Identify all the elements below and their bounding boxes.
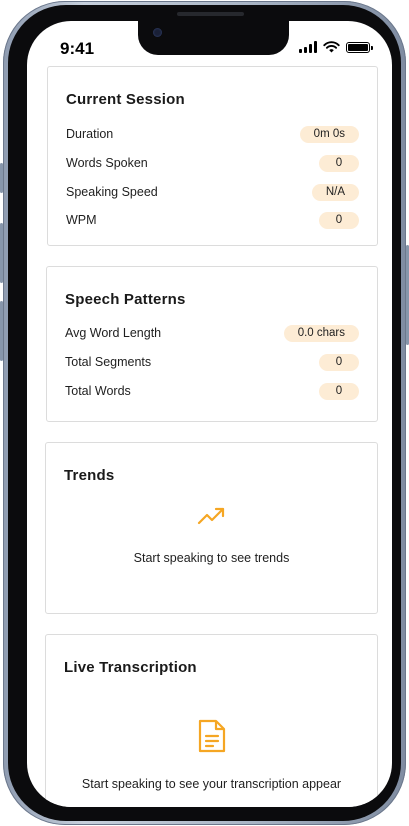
stat-value-badge: 0.0 chars <box>283 324 359 342</box>
stat-row-speaking-speed: Speaking Speed N/A <box>66 182 359 202</box>
stat-label: Speaking Speed <box>66 185 158 199</box>
cellular-signal-icon <box>299 41 317 53</box>
card-title: Speech Patterns <box>65 291 186 308</box>
card-title: Live Transcription <box>64 659 197 676</box>
stat-row-words-spoken: Words Spoken 0 <box>66 153 359 173</box>
trends-empty-message: Start speaking to see trends <box>133 551 290 565</box>
live-transcription-card: Live Transcription Start speaking to see… <box>45 634 378 807</box>
stat-row-total-words: Total Words 0 <box>65 381 359 401</box>
stat-value-badge: N/A <box>311 183 359 201</box>
notch <box>138 21 289 55</box>
stat-value-badge: 0 <box>319 154 359 172</box>
wifi-icon <box>323 41 340 53</box>
status-time: 9:41 <box>60 39 95 58</box>
stat-value-badge: 0m 0s <box>299 125 359 143</box>
stat-value-badge: 0 <box>319 211 359 229</box>
volume-down-button <box>0 301 3 361</box>
screen: 9:41 Current Session Duration 0m 0s Word… <box>27 21 392 807</box>
stat-label: Words Spoken <box>66 156 148 170</box>
stat-label: Total Segments <box>65 355 152 369</box>
stat-label: Avg Word Length <box>65 326 162 340</box>
status-icons <box>299 41 373 53</box>
volume-up-button <box>0 223 3 283</box>
card-title: Current Session <box>66 91 185 108</box>
stat-value-badge: 0 <box>319 353 359 371</box>
stat-label: Duration <box>66 127 114 141</box>
stat-label: WPM <box>66 213 97 227</box>
phone-bezel: 9:41 Current Session Duration 0m 0s Word… <box>8 5 401 821</box>
stat-value-badge: 0 <box>319 382 359 400</box>
trending-up-icon <box>197 505 227 532</box>
stat-row-avg-word-length: Avg Word Length 0.0 chars <box>65 323 359 343</box>
stat-label: Total Words <box>65 384 131 398</box>
document-icon <box>197 719 227 758</box>
mute-switch <box>0 163 3 193</box>
battery-icon <box>346 41 373 53</box>
transcription-empty-message: Start speaking to see your transcription… <box>81 777 342 791</box>
earpiece-speaker <box>177 12 244 16</box>
front-camera <box>153 28 162 37</box>
speech-patterns-card: Speech Patterns Avg Word Length 0.0 char… <box>46 266 378 422</box>
phone-frame: 9:41 Current Session Duration 0m 0s Word… <box>0 1 409 825</box>
card-title: Trends <box>64 467 115 484</box>
current-session-card: Current Session Duration 0m 0s Words Spo… <box>47 66 378 246</box>
stat-row-duration: Duration 0m 0s <box>66 124 359 144</box>
trends-card: Trends Start speaking to see trends <box>45 442 378 614</box>
stat-row-total-segments: Total Segments 0 <box>65 352 359 372</box>
stat-row-wpm: WPM 0 <box>66 210 359 230</box>
